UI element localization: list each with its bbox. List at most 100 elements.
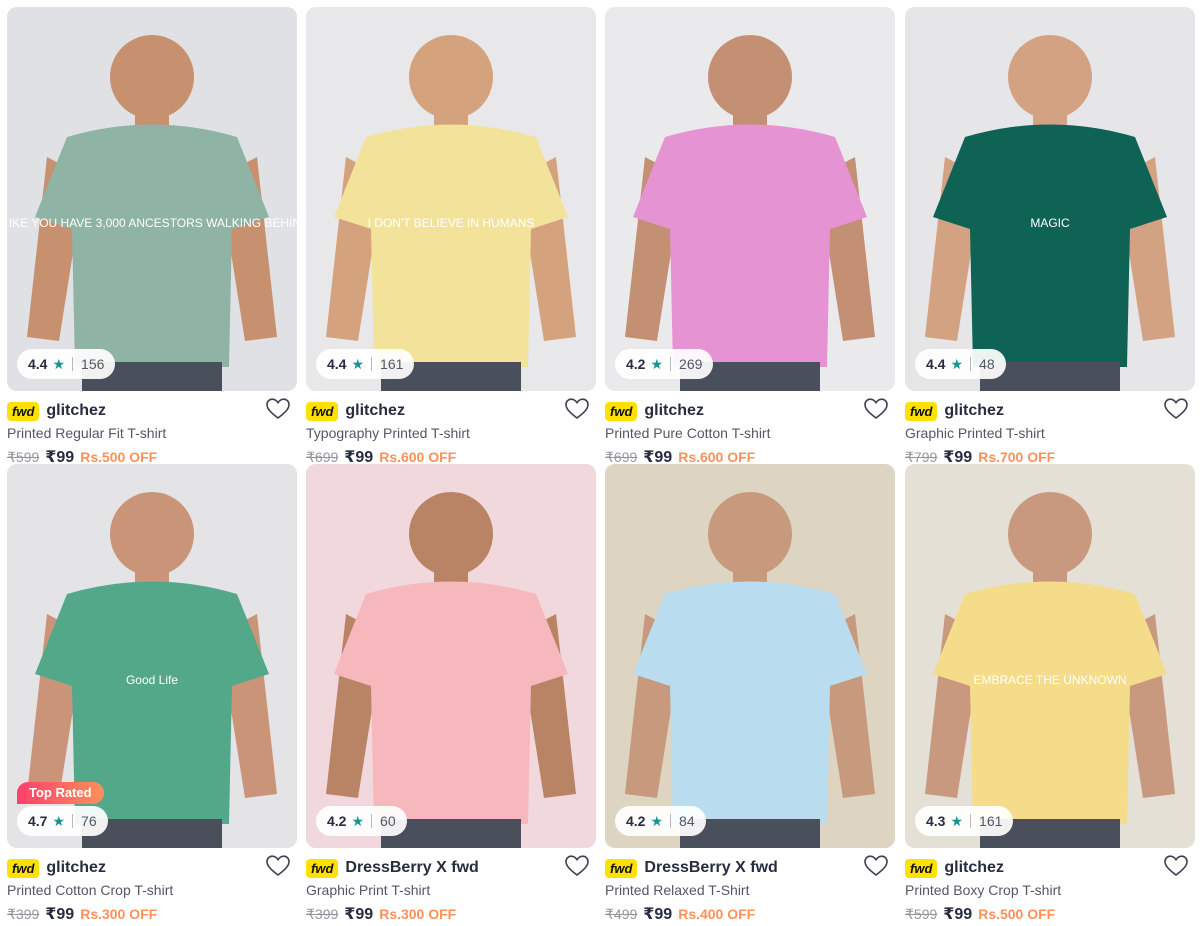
top-rated-badge: Top Rated (17, 782, 104, 804)
star-icon: ★ (950, 355, 964, 372)
sale-price: ₹99 (45, 906, 75, 923)
product-title[interactable]: Graphic Printed T-shirt (905, 425, 1045, 441)
brand-name[interactable]: glitchez (944, 859, 1004, 877)
brand-row: fwd glitchez (7, 397, 297, 423)
brand-row: fwd glitchez (905, 397, 1195, 423)
product-image[interactable]: 4.2 ★ 60 (306, 464, 596, 848)
product-image[interactable]: MAGIC 4.4 ★ 48 (905, 7, 1195, 391)
product-image[interactable]: I DON'T BELIEVE IN HUMANS 4.4 ★ 161 (306, 7, 596, 391)
rating-count: 269 (679, 356, 703, 372)
rating-count: 161 (380, 356, 404, 372)
rating-value: 4.2 (327, 813, 347, 829)
product-photo: WALK LIKE YOU HAVE 3,000 ANCESTORS WALKI… (7, 7, 297, 391)
product-title[interactable]: Printed Regular Fit T-shirt (7, 425, 166, 441)
rating-pill: 4.4 ★ 161 (316, 349, 415, 379)
discount-label: Rs.600 OFF (678, 449, 756, 465)
product-grid: WALK LIKE YOU HAVE 3,000 ANCESTORS WALKI… (0, 0, 1200, 926)
fwd-brand-tag: fwd (306, 858, 339, 878)
rating-divider (970, 357, 972, 371)
brand-name[interactable]: glitchez (345, 402, 405, 420)
star-icon: ★ (351, 812, 365, 829)
svg-text:WALK LIKE YOU HAVE 3,000 ANCES: WALK LIKE YOU HAVE 3,000 ANCESTORS WALKI… (7, 216, 297, 230)
rating-pill: 4.2 ★ 60 (316, 806, 407, 836)
product-title[interactable]: Printed Relaxed T-Shirt (605, 882, 749, 898)
fwd-brand-tag: fwd (306, 401, 339, 421)
star-icon: ★ (52, 355, 66, 372)
brand-name[interactable]: DressBerry X fwd (345, 859, 478, 877)
wishlist-heart-icon[interactable] (265, 854, 291, 878)
rating-value: 4.7 (28, 813, 48, 829)
wishlist-heart-icon[interactable] (1163, 397, 1189, 421)
brand-row: fwd glitchez (306, 397, 596, 423)
rating-divider (371, 814, 373, 828)
product-title[interactable]: Printed Pure Cotton T-shirt (605, 425, 770, 441)
rating-value: 4.4 (327, 356, 347, 372)
wishlist-heart-icon[interactable] (863, 854, 889, 878)
rating-value: 4.4 (926, 356, 946, 372)
star-icon: ★ (52, 812, 66, 829)
product-title[interactable]: Printed Boxy Crop T-shirt (905, 882, 1061, 898)
product-title[interactable]: Typography Printed T-shirt (306, 425, 470, 441)
svg-text:Good Life: Good Life (126, 673, 178, 687)
star-icon: ★ (351, 355, 365, 372)
brand-row: fwd DressBerry X fwd (306, 854, 596, 880)
product-photo: EMBRACE THE UNKNOWN (905, 464, 1195, 848)
rating-divider (72, 814, 74, 828)
rating-count: 84 (679, 813, 695, 829)
rating-value: 4.2 (626, 813, 646, 829)
product-image[interactable]: WALK LIKE YOU HAVE 3,000 ANCESTORS WALKI… (7, 7, 297, 391)
brand-row: fwd glitchez (905, 854, 1195, 880)
brand-name[interactable]: glitchez (46, 859, 106, 877)
rating-count: 48 (979, 356, 995, 372)
original-price: ₹399 (7, 906, 40, 922)
wishlist-heart-icon[interactable] (863, 397, 889, 421)
price-row: ₹499 ₹99 Rs.400 OFF (605, 904, 755, 924)
original-price: ₹599 (905, 906, 938, 922)
brand-name[interactable]: glitchez (644, 402, 704, 420)
price-row: ₹399 ₹99 Rs.300 OFF (306, 904, 456, 924)
discount-label: Rs.600 OFF (379, 449, 457, 465)
fwd-brand-tag: fwd (605, 858, 638, 878)
rating-value: 4.3 (926, 813, 946, 829)
product-title[interactable]: Printed Cotton Crop T-shirt (7, 882, 173, 898)
original-price: ₹499 (605, 906, 638, 922)
brand-row: fwd glitchez (7, 854, 297, 880)
discount-label: Rs.400 OFF (678, 906, 756, 922)
discount-label: Rs.300 OFF (80, 906, 158, 922)
rating-count: 60 (380, 813, 396, 829)
product-image[interactable]: 4.2 ★ 84 (605, 464, 895, 848)
brand-name[interactable]: glitchez (46, 402, 106, 420)
rating-divider (970, 814, 972, 828)
product-image[interactable]: 4.2 ★ 269 (605, 7, 895, 391)
rating-count: 161 (979, 813, 1003, 829)
discount-label: Rs.700 OFF (978, 449, 1056, 465)
fwd-brand-tag: fwd (905, 858, 938, 878)
rating-pill: 4.3 ★ 161 (915, 806, 1014, 836)
product-title[interactable]: Graphic Print T-shirt (306, 882, 430, 898)
svg-text:MAGIC: MAGIC (1030, 216, 1070, 230)
product-image[interactable]: Good Life Top Rated 4.7 ★ 76 (7, 464, 297, 848)
discount-label: Rs.300 OFF (379, 906, 457, 922)
rating-pill: 4.7 ★ 76 (17, 806, 108, 836)
product-image[interactable]: EMBRACE THE UNKNOWN 4.3 ★ 161 (905, 464, 1195, 848)
rating-pill: 4.4 ★ 156 (17, 349, 116, 379)
price-row: ₹599 ₹99 Rs.500 OFF (905, 904, 1055, 924)
wishlist-heart-icon[interactable] (564, 854, 590, 878)
rating-divider (670, 814, 672, 828)
wishlist-heart-icon[interactable] (265, 397, 291, 421)
fwd-brand-tag: fwd (605, 401, 638, 421)
wishlist-heart-icon[interactable] (1163, 854, 1189, 878)
discount-label: Rs.500 OFF (80, 449, 158, 465)
brand-row: fwd glitchez (605, 397, 895, 423)
product-photo: I DON'T BELIEVE IN HUMANS (306, 7, 596, 391)
wishlist-heart-icon[interactable] (564, 397, 590, 421)
product-photo (306, 464, 596, 848)
rating-count: 156 (81, 356, 105, 372)
sale-price: ₹99 (943, 906, 973, 923)
rating-pill: 4.4 ★ 48 (915, 349, 1006, 379)
sale-price: ₹99 (344, 906, 374, 923)
brand-name[interactable]: DressBerry X fwd (644, 859, 777, 877)
product-photo (605, 7, 895, 391)
brand-name[interactable]: glitchez (944, 402, 1004, 420)
product-photo (605, 464, 895, 848)
